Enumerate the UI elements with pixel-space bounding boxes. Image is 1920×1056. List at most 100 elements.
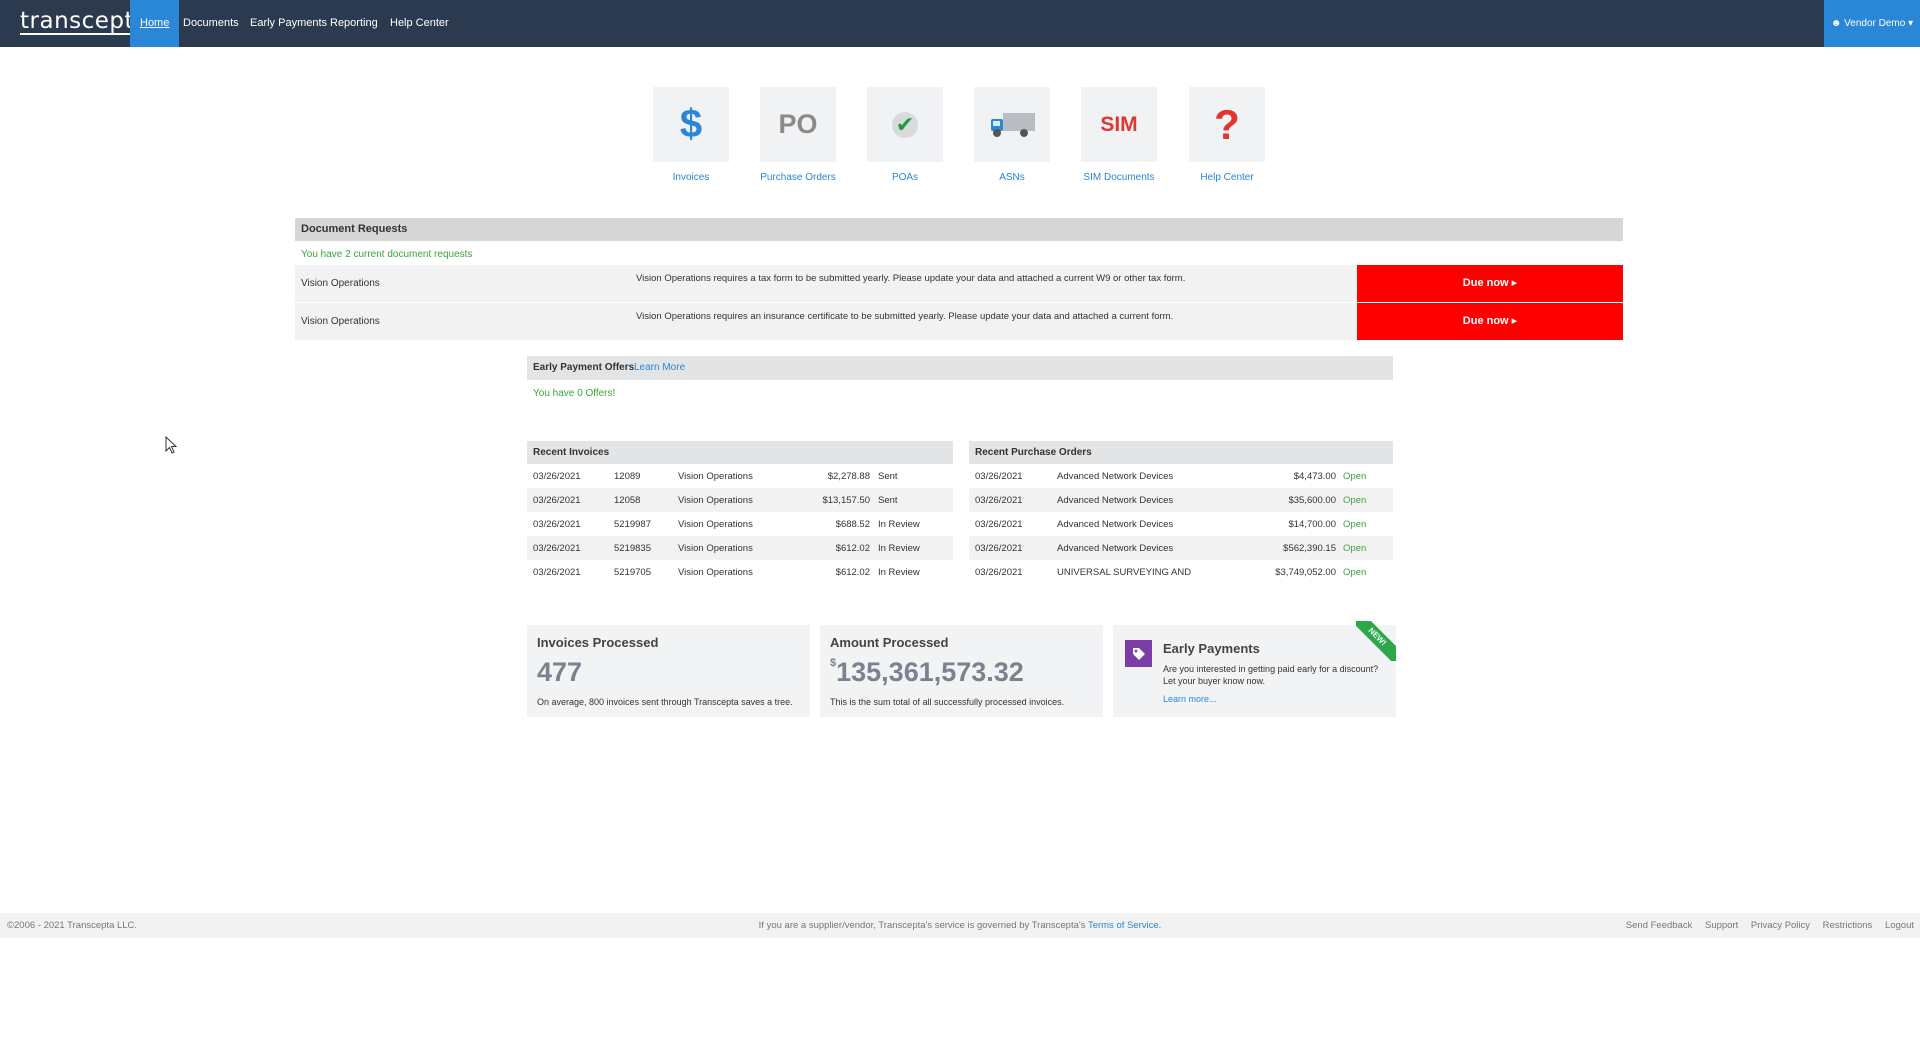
- nav-documents[interactable]: Documents: [173, 0, 249, 47]
- request-message: Vision Operations requires a tax form to…: [636, 273, 1186, 284]
- promo-learn-more-link[interactable]: Learn more...: [1163, 694, 1217, 704]
- truck-icon: [991, 112, 1035, 137]
- stat-value: 477: [537, 657, 583, 687]
- po-icon: PO: [778, 109, 818, 139]
- user-menu-label: Vendor Demo: [1844, 18, 1906, 29]
- top-navbar: transcepta Home Documents Early Payments…: [0, 0, 1920, 47]
- invoice-row[interactable]: 03/26/2021 5219835 Vision Operations $612.0…: [527, 536, 953, 560]
- learn-more-link[interactable]: Learn More: [634, 362, 685, 373]
- po-date: 03/26/2021: [975, 519, 1023, 530]
- invoice-date: 03/26/2021: [533, 519, 581, 530]
- amount-value: 135,361,573.32: [836, 657, 1024, 687]
- sim-icon: SIM: [1100, 112, 1138, 136]
- po-date: 03/26/2021: [975, 495, 1023, 506]
- purchase-order-row[interactable]: 03/26/2021 Advanced Network Devices $4,473…: [969, 464, 1393, 488]
- footer: ©2006 - 2021 Transcepta LLC. If you are …: [0, 913, 1920, 938]
- invoice-number: 12058: [614, 495, 641, 506]
- footer-link-support[interactable]: Support: [1705, 920, 1738, 931]
- po-date: 03/26/2021: [975, 543, 1023, 554]
- requester: Vision Operations: [301, 316, 380, 327]
- document-requests-title: Document Requests: [301, 223, 408, 235]
- po-customer: UNIVERSAL SURVEYING AND: [1057, 567, 1192, 578]
- promo-text: Are you interested in getting paid early…: [1163, 664, 1379, 686]
- invoice-date: 03/26/2021: [533, 495, 581, 506]
- request-message: Vision Operations requires an insurance …: [636, 311, 1174, 322]
- document-request-row: Vision Operations Vision Operations requ…: [295, 265, 1623, 302]
- tile-invoices[interactable]: $ Invoices: [653, 87, 729, 183]
- po-date: 03/26/2021: [975, 567, 1023, 578]
- invoice-amount: $612.02: [835, 567, 870, 578]
- recent-purchase-orders-title: Recent Purchase Orders: [969, 441, 1393, 464]
- invoice-customer: Vision Operations: [678, 519, 753, 530]
- promo-title: Early Payments: [1163, 641, 1260, 656]
- user-menu[interactable]: ☻ Vendor Demo ▾: [1824, 0, 1920, 47]
- footer-links: Send Feedback Support Privacy Policy Res…: [1616, 920, 1914, 931]
- tile-asns[interactable]: ASNs: [974, 87, 1050, 183]
- tile-help-center[interactable]: ? Help Center: [1189, 87, 1265, 183]
- tile-label: ASNs: [999, 172, 1025, 183]
- po-customer: Advanced Network Devices: [1057, 495, 1174, 506]
- document-requests-header: Document Requests: [295, 218, 1623, 241]
- terms-notice-text: If you are a supplier/vendor, Transcepta…: [758, 920, 1086, 931]
- stat-value: $135,361,573.32: [830, 657, 1024, 688]
- invoice-status: In Review: [878, 519, 920, 530]
- purchase-order-row[interactable]: 03/26/2021 Advanced Network Devices $562,3…: [969, 536, 1393, 560]
- question-icon: ?: [1214, 100, 1240, 148]
- recent-invoices-panel: Recent Invoices 03/26/2021 12089 Vision Op…: [527, 441, 953, 584]
- nav-reporting[interactable]: Reporting: [320, 0, 388, 47]
- footer-link-restrictions[interactable]: Restrictions: [1823, 920, 1873, 931]
- invoice-row[interactable]: 03/26/2021 5219987 Vision Operations $688.5…: [527, 512, 953, 536]
- due-now-button[interactable]: Due now ▸: [1357, 303, 1623, 340]
- due-now-button[interactable]: Due now ▸: [1357, 265, 1623, 302]
- terms-of-service-link[interactable]: Terms of Service.: [1088, 920, 1161, 931]
- caret-down-icon: ▾: [1908, 18, 1914, 29]
- invoice-number: 5219835: [614, 543, 651, 554]
- new-ribbon: NEW!: [1356, 621, 1396, 661]
- invoice-number: 5219987: [614, 519, 651, 530]
- footer-link-send-feedback[interactable]: Send Feedback: [1626, 920, 1693, 931]
- amount-processed-card: Amount Processed $135,361,573.32 This is…: [820, 625, 1103, 717]
- invoice-amount: $612.02: [835, 543, 870, 554]
- recent-invoices-title: Recent Invoices: [527, 441, 953, 464]
- tile-label: SIM Documents: [1083, 172, 1155, 183]
- invoice-row[interactable]: 03/26/2021 5219705 Vision Operations $612.0…: [527, 560, 953, 584]
- invoice-customer: Vision Operations: [678, 471, 753, 482]
- invoice-customer: Vision Operations: [678, 543, 753, 554]
- tile-purchase-orders[interactable]: PO Purchase Orders: [760, 87, 836, 183]
- purchase-order-row[interactable]: 03/26/2021 Advanced Network Devices $14,70…: [969, 512, 1393, 536]
- recent-purchase-orders-panel: Recent Purchase Orders 03/26/2021 Advance…: [969, 441, 1393, 584]
- po-status: Open: [1343, 495, 1367, 506]
- purchase-order-row[interactable]: 03/26/2021 Advanced Network Devices $35,60…: [969, 488, 1393, 512]
- po-amount: $14,700.00: [1288, 519, 1336, 530]
- footer-link-logout[interactable]: Logout: [1885, 920, 1914, 931]
- new-badge: NEW!: [1356, 621, 1396, 661]
- tile-label: Help Center: [1200, 172, 1254, 183]
- early-payment-offers-header: Early Payment Offers Learn More: [527, 356, 1393, 380]
- document-requests-count: You have 2 current document requests: [301, 249, 473, 260]
- po-status: Open: [1343, 543, 1367, 554]
- nav-home[interactable]: Home: [130, 0, 180, 47]
- offers-count: You have 0 Offers!: [533, 388, 616, 399]
- invoice-status: In Review: [878, 567, 920, 578]
- mouse-cursor-icon: [165, 436, 177, 454]
- purchase-order-row[interactable]: 03/26/2021 UNIVERSAL SURVEYING AND $3,749,…: [969, 560, 1393, 584]
- po-customer: Advanced Network Devices: [1057, 519, 1174, 530]
- invoice-date: 03/26/2021: [533, 543, 581, 554]
- invoice-row[interactable]: 03/26/2021 12089 Vision Operations $2,278.8…: [527, 464, 953, 488]
- po-amount: $562,390.15: [1283, 543, 1336, 554]
- document-request-row: Vision Operations Vision Operations requ…: [295, 303, 1623, 340]
- invoice-customer: Vision Operations: [678, 567, 753, 578]
- tile-poas[interactable]: ✔ POAs: [867, 87, 943, 183]
- invoice-amount: $13,157.50: [822, 495, 870, 506]
- checkmark-icon: ✔: [892, 111, 918, 138]
- footer-link-privacy-policy[interactable]: Privacy Policy: [1751, 920, 1810, 931]
- tile-sim-documents[interactable]: SIM SIM Documents: [1081, 87, 1157, 183]
- invoice-status: Sent: [878, 495, 898, 506]
- user-icon: ☻: [1830, 18, 1842, 29]
- po-amount: $4,473.00: [1293, 471, 1336, 482]
- invoice-row[interactable]: 03/26/2021 12058 Vision Operations $13,157.…: [527, 488, 953, 512]
- nav-help-center[interactable]: Help Center: [380, 0, 459, 47]
- invoice-status: In Review: [878, 543, 920, 554]
- tag-icon: [1125, 640, 1152, 667]
- invoice-customer: Vision Operations: [678, 495, 753, 506]
